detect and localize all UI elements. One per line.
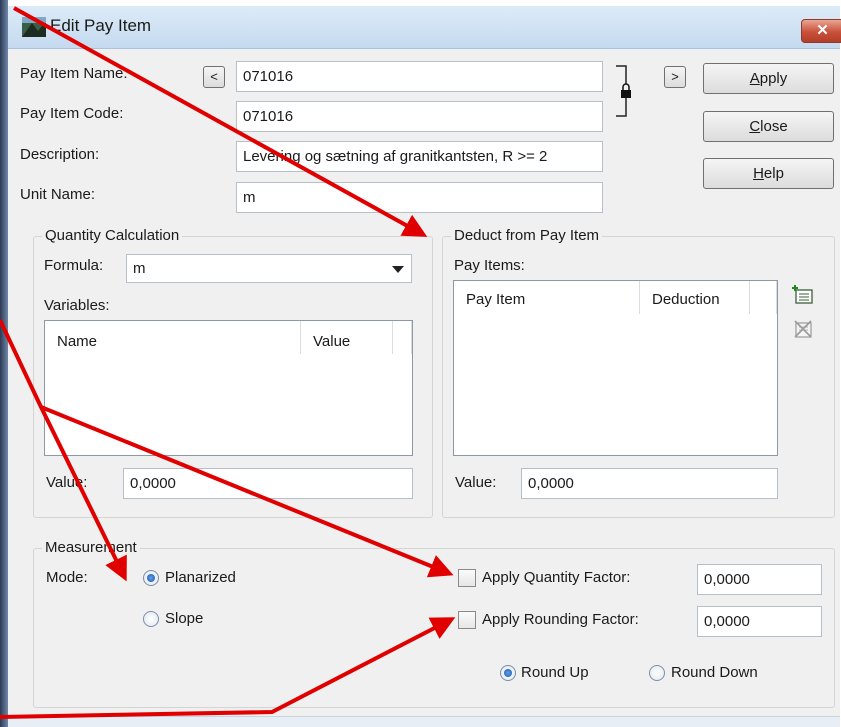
app-icon xyxy=(22,17,46,37)
formula-dropdown[interactable]: m xyxy=(126,254,412,283)
window-frame-left xyxy=(0,0,8,727)
close-icon: ✕ xyxy=(816,22,829,39)
round-down-label: Round Down xyxy=(671,664,758,681)
pay-item-code-label: Pay Item Code: xyxy=(20,105,124,122)
apply-button[interactable]: Apply xyxy=(703,63,834,94)
column-header-value[interactable]: Value xyxy=(301,321,393,354)
column-header-pay-item[interactable]: Pay Item xyxy=(454,281,640,314)
lock-icon[interactable] xyxy=(608,64,634,118)
window-bottom-edge xyxy=(8,716,840,727)
variables-list[interactable]: Name Value xyxy=(44,320,413,456)
chevron-right-icon: > xyxy=(671,69,679,84)
variable-value-label: Value: xyxy=(46,474,88,491)
quantity-calculation-title: Quantity Calculation xyxy=(42,227,183,244)
apply-rounding-factor-checkbox[interactable] xyxy=(458,611,476,629)
unit-name-label: Unit Name: xyxy=(20,186,96,203)
round-up-label: Round Up xyxy=(521,664,589,681)
description-label: Description: xyxy=(20,146,100,163)
column-header-filler xyxy=(393,321,412,354)
pay-item-code-field[interactable]: 071016 xyxy=(236,101,603,132)
remove-deduction-icon[interactable] xyxy=(792,318,814,340)
help-button[interactable]: Help xyxy=(703,158,834,189)
window-close-button[interactable]: ✕ xyxy=(801,19,841,43)
pay-items-label: Pay Items: xyxy=(454,257,525,274)
rounding-factor-field[interactable]: 0,0000 xyxy=(697,606,822,637)
slope-radio[interactable]: Slope xyxy=(143,610,243,630)
edit-pay-item-dialog: Edit Pay Item ✕ Pay Item Name: < 071016 … xyxy=(0,0,841,727)
apply-rounding-factor-label: Apply Rounding Factor: xyxy=(482,611,639,628)
planarized-radio[interactable]: Planarized xyxy=(143,569,273,589)
deduction-pay-items-list[interactable]: Pay Item Deduction xyxy=(453,280,778,456)
formula-selected-value: m xyxy=(133,260,146,277)
apply-quantity-factor-checkbox[interactable] xyxy=(458,569,476,587)
chevron-down-icon xyxy=(392,266,404,273)
title-bar[interactable]: Edit Pay Item ✕ xyxy=(8,6,841,49)
add-deduction-icon[interactable] xyxy=(792,283,814,305)
formula-label: Formula: xyxy=(44,257,104,274)
column-header-name[interactable]: Name xyxy=(45,321,301,354)
window-title: Edit Pay Item xyxy=(50,16,152,35)
planarized-label: Planarized xyxy=(165,569,236,586)
slope-label: Slope xyxy=(165,610,204,627)
deduct-from-pay-item-title: Deduct from Pay Item xyxy=(451,227,603,244)
description-field[interactable]: Levering og sætning af granitkantsten, R… xyxy=(236,141,603,172)
previous-pay-item-button[interactable]: < xyxy=(203,66,225,88)
column-header-filler xyxy=(750,281,777,314)
mode-label: Mode: xyxy=(46,569,88,586)
round-down-radio[interactable]: Round Down xyxy=(649,664,789,684)
round-up-radio[interactable]: Round Up xyxy=(500,664,630,684)
chevron-left-icon: < xyxy=(210,69,218,84)
deduction-value-label: Value: xyxy=(455,474,497,491)
unit-name-field[interactable]: m xyxy=(236,182,603,213)
round-up-radio-button[interactable] xyxy=(500,665,516,681)
planarized-radio-button[interactable] xyxy=(143,570,159,586)
next-pay-item-button[interactable]: > xyxy=(664,66,686,88)
variable-value-field[interactable]: 0,0000 xyxy=(123,468,413,499)
close-button[interactable]: Close xyxy=(703,111,834,142)
round-down-radio-button[interactable] xyxy=(649,665,665,681)
measurement-title: Measurement xyxy=(42,539,140,556)
column-header-deduction[interactable]: Deduction xyxy=(640,281,750,314)
variables-label: Variables: xyxy=(44,297,110,314)
deduction-value-field[interactable]: 0,0000 xyxy=(521,468,778,499)
apply-quantity-factor-label: Apply Quantity Factor: xyxy=(482,569,631,586)
slope-radio-button[interactable] xyxy=(143,611,159,627)
pay-item-name-field[interactable]: 071016 xyxy=(236,61,603,92)
quantity-factor-field[interactable]: 0,0000 xyxy=(697,564,822,595)
pay-item-name-label: Pay Item Name: xyxy=(20,65,128,82)
